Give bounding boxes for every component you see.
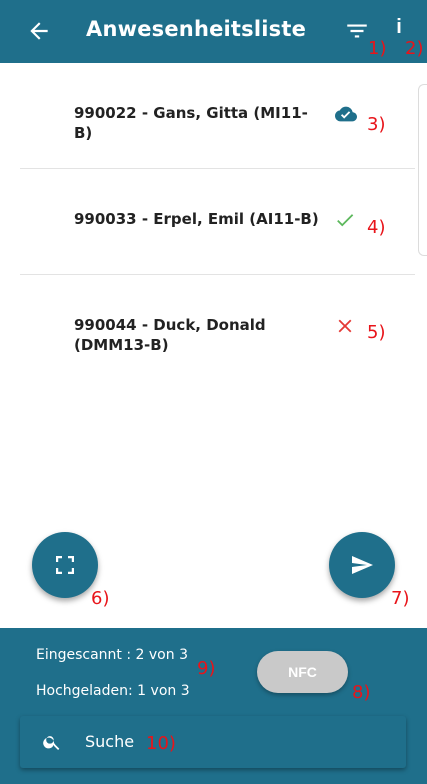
scrollbar[interactable]: [418, 84, 427, 256]
scanned-count: Eingescannt : 2 von 3: [36, 647, 188, 663]
annotation-8: 8): [352, 682, 371, 703]
page-title: Anwesenheitsliste: [86, 17, 307, 41]
annotation-4: 4): [367, 217, 386, 238]
search-icon: [43, 736, 60, 750]
nfc-button[interactable]: NFC: [257, 651, 348, 693]
send-icon: [352, 556, 373, 574]
check-icon: [337, 214, 354, 227]
app-bar: Anwesenheitsliste i: [0, 0, 427, 63]
annotation-10: 10): [146, 733, 176, 754]
cloud-done-icon: [335, 106, 357, 122]
student-label: 990033 - Erpel, Emil (AI11-B): [74, 210, 319, 228]
annotation-9: 9): [197, 658, 216, 679]
scan-button[interactable]: [32, 532, 98, 598]
uploaded-count: Hochgeladen: 1 von 3: [36, 683, 190, 699]
list-item[interactable]: 990033 - Erpel, Emil (AI11-B): [20, 169, 415, 275]
annotation-5: 5): [367, 322, 386, 343]
annotation-3: 3): [367, 114, 386, 135]
scan-frame-icon: [56, 556, 74, 574]
list-item[interactable]: 990022 - Gans, Gitta (MI11-B): [20, 63, 415, 169]
list-item[interactable]: 990044 - Duck, Donald (DMM13-B): [20, 275, 415, 381]
student-label: 990044 - Duck, Donald (DMM13-B): [74, 316, 266, 354]
search-input[interactable]: Suche: [85, 732, 134, 751]
send-button[interactable]: [329, 532, 395, 598]
student-list: 990022 - Gans, Gitta (MI11-B) 990033 - E…: [20, 63, 415, 381]
student-label: 990022 - Gans, Gitta (MI11-B): [74, 104, 308, 142]
annotation-2: 2): [405, 38, 424, 59]
filter-icon[interactable]: [344, 18, 370, 44]
annotation-1: 1): [368, 38, 387, 59]
info-button[interactable]: i: [393, 16, 405, 39]
arrow-left-icon[interactable]: [26, 18, 52, 44]
search-bar[interactable]: Suche: [20, 716, 406, 768]
annotation-6: 6): [91, 588, 110, 609]
annotation-7: 7): [391, 588, 410, 609]
close-icon: [338, 319, 352, 333]
